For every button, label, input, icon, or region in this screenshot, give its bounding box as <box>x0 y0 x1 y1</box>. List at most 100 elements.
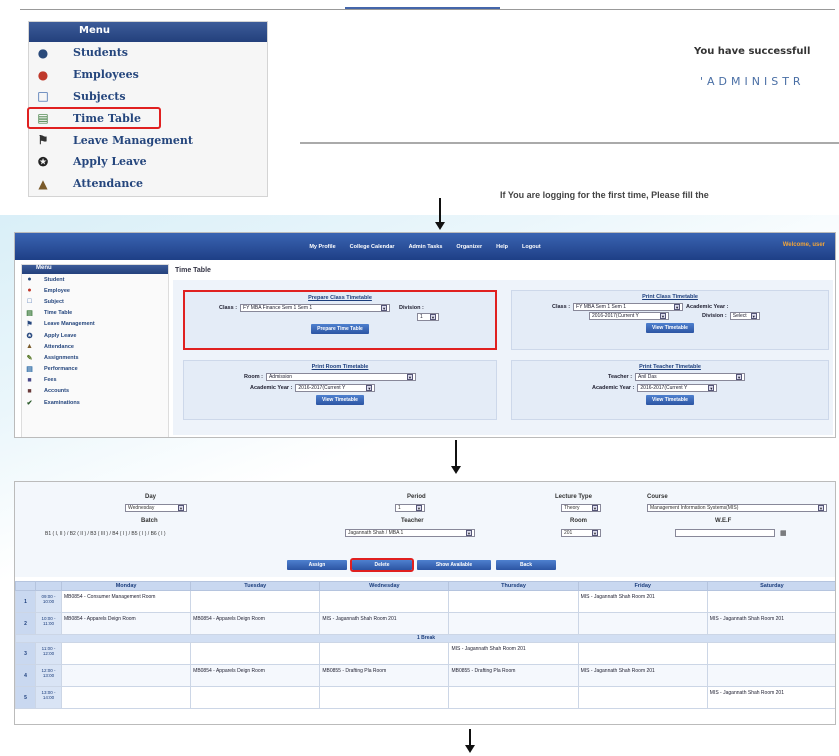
sidebar-item-examinations[interactable]: ✔ Examinations <box>22 397 168 408</box>
timetable-cell[interactable]: MB0854 - Apparels Deign Room <box>190 664 321 687</box>
timetable-cell[interactable] <box>60 642 192 665</box>
timetable-cell[interactable]: MB0854 - Apparels Deign Room <box>190 612 321 635</box>
sidebar-item-performance[interactable]: ▤ Performance <box>22 364 168 375</box>
division-label: Division : <box>399 305 424 311</box>
division-select[interactable]: 1 ▼ <box>417 313 439 321</box>
timetable-cell[interactable]: MIS - Jagannath Shah Room 201 <box>448 642 579 665</box>
timetable-cell[interactable]: MB0854 - Consumer Management Room <box>60 590 192 613</box>
timetable-cell[interactable]: MB0855 - Drafting Pla Room <box>448 664 579 687</box>
menu-item-apply-leave[interactable]: ✪ Apply Leave <box>29 151 267 173</box>
menu-item-time-table[interactable]: ▤ Time Table <box>27 107 161 130</box>
timetable-cell[interactable] <box>706 590 835 613</box>
timetable-cell[interactable]: MIS - Jagannath Shah Room 201 <box>706 686 835 709</box>
timetable-cell[interactable] <box>319 686 450 709</box>
course-select[interactable]: Management Information Systems(MIS) ▼ <box>647 504 827 512</box>
teacher-select[interactable]: Jagannath Shah / MBA 1 ▼ <box>345 529 475 537</box>
timetable-cell[interactable] <box>319 590 450 613</box>
room-select[interactable]: Admission ▼ <box>265 373 416 381</box>
sidebar-item-student[interactable]: ● Student <box>22 274 168 285</box>
class-select[interactable]: FY MBA Sem 1 Sem 1 ▼ <box>573 303 684 311</box>
menu-item-leave-management[interactable]: ⚑ Leave Management <box>29 129 267 151</box>
show-available-button[interactable]: Show Available <box>417 560 491 570</box>
timetable-cell[interactable] <box>190 686 321 709</box>
sidebar-item-apply-leave[interactable]: ✪ Apply Leave <box>22 330 168 341</box>
timetable-cell[interactable]: MIS - Jagannath Shah Room 201 <box>706 612 835 635</box>
timetable-cell[interactable] <box>319 642 450 665</box>
sidebar-item-accounts[interactable]: ■ Accounts <box>22 386 168 397</box>
timetable-cell[interactable] <box>60 686 192 709</box>
nav-my-profile[interactable]: My Profile <box>309 244 335 250</box>
break-row: 1 Break <box>15 634 835 643</box>
wef-date-input[interactable] <box>675 529 775 537</box>
sidebar-item-subject[interactable]: □ Subject <box>22 296 168 307</box>
walking-person-icon: ✪ <box>26 332 33 340</box>
view-timetable-button[interactable]: View Timetable <box>646 323 694 333</box>
academic-year-select[interactable]: 2016-2017(Current Y ▼ <box>589 312 669 320</box>
division-select-value: Select <box>732 313 747 319</box>
sidebar-item-assignments[interactable]: ✎ Assignments <box>22 352 168 363</box>
back-button[interactable]: Back <box>496 560 556 570</box>
class-label: Class : <box>552 304 571 310</box>
lecture-type-value: Theory <box>564 505 580 511</box>
sidebar-item-employee[interactable]: ● Employee <box>22 285 168 296</box>
day-select[interactable]: Wednesday ▼ <box>125 504 187 512</box>
teacher-select-value: Anil Das <box>638 374 657 380</box>
timetable-cell[interactable]: MIS - Jagannath Shah Room 201 <box>577 664 708 687</box>
timetable-cell[interactable] <box>577 612 708 635</box>
academic-year-select[interactable]: 2016-2017(Current Y ▼ <box>295 384 376 392</box>
timetable-cell[interactable] <box>577 686 708 709</box>
room-label: Room : <box>244 374 263 380</box>
view-timetable-button[interactable]: View Timetable <box>316 395 364 405</box>
timetable-cell[interactable] <box>190 590 321 613</box>
timetable-cell[interactable]: MIS - Jagannath Shah Room 201 <box>319 612 450 635</box>
welcome-message: You have successfull <box>694 46 811 57</box>
sidebar-item-time-table[interactable]: ▤ Time Table <box>22 308 168 319</box>
calendar-icon[interactable]: ▦ <box>780 529 787 537</box>
timetable-cell[interactable] <box>448 590 579 613</box>
timetable-cell[interactable] <box>448 612 579 635</box>
class-label: Class : <box>219 305 238 311</box>
class-select[interactable]: FY MBA Finance Sem 1 Sem 1 ▼ <box>240 304 391 312</box>
timetable-cell[interactable]: MB0854 - Apparels Deign Room <box>60 612 192 635</box>
timetable-filters: Day Wednesday ▼ Period 1 ▼ Lecture Type Th… <box>15 482 835 577</box>
class-select-value: FY MBA Finance Sem 1 Sem 1 <box>243 305 313 311</box>
view-timetable-button[interactable]: View Timetable <box>646 395 694 405</box>
menu-item-employees[interactable]: ● Employees <box>29 64 267 86</box>
timetable-cell[interactable] <box>60 664 192 687</box>
menu-item-students[interactable]: ● Students <box>29 42 267 64</box>
delete-button[interactable]: Delete <box>350 558 414 572</box>
period-time: 13:00 - 14:00 <box>35 686 62 709</box>
book-icon: □ <box>27 298 32 306</box>
timetable-cell[interactable] <box>706 664 835 687</box>
nav-admin-tasks[interactable]: Admin Tasks <box>409 244 443 250</box>
lecture-type-select[interactable]: Theory ▼ <box>561 504 601 512</box>
sidebar-label: Student <box>44 276 65 283</box>
prepare-time-table-button[interactable]: Prepare Time Table <box>311 324 369 334</box>
nav-logout[interactable]: Logout <box>522 244 541 250</box>
assign-button[interactable]: Assign <box>287 560 347 570</box>
timetable-cell[interactable] <box>706 642 835 665</box>
top-tab[interactable] <box>345 0 500 9</box>
division-select[interactable]: Select ▼ <box>729 312 760 320</box>
nav-college-calendar[interactable]: College Calendar <box>350 244 395 250</box>
timetable-cell[interactable]: MB0855 - Drafting Pla Room <box>319 664 450 687</box>
sidebar-item-attendance[interactable]: ▲ Attendance <box>22 341 168 352</box>
timetable-cell[interactable] <box>190 642 321 665</box>
batch-options[interactable]: B1 ( I, II ) / B2 ( II ) / B3 ( III ) / … <box>45 531 166 537</box>
sidebar-item-leave-management[interactable]: ⚑ Leave Management <box>22 319 168 330</box>
menu-item-attendance[interactable]: ▲ Attendance <box>29 173 267 195</box>
period-select[interactable]: 1 ▼ <box>395 504 425 512</box>
academic-year-select[interactable]: 2016-2017(Current Y ▼ <box>637 384 718 392</box>
timetable-cell[interactable] <box>577 642 708 665</box>
timetable-cell[interactable] <box>448 686 579 709</box>
column-header: Thursday <box>448 581 579 591</box>
timetable-cell[interactable]: MIS - Jagannath Shah Room 201 <box>577 590 708 613</box>
nav-organizer[interactable]: Organizer <box>456 244 482 250</box>
sidebar-item-fees[interactable]: ■ Fees <box>22 375 168 386</box>
column-header: Saturday <box>706 581 835 591</box>
room-select[interactable]: 201 ▼ <box>561 529 601 537</box>
nav-help[interactable]: Help <box>496 244 508 250</box>
teacher-select[interactable]: Anil Das ▼ <box>635 373 746 381</box>
box-title: Print Class Timetable <box>642 294 698 300</box>
menu-item-subjects[interactable]: □ Subjects <box>29 86 267 108</box>
